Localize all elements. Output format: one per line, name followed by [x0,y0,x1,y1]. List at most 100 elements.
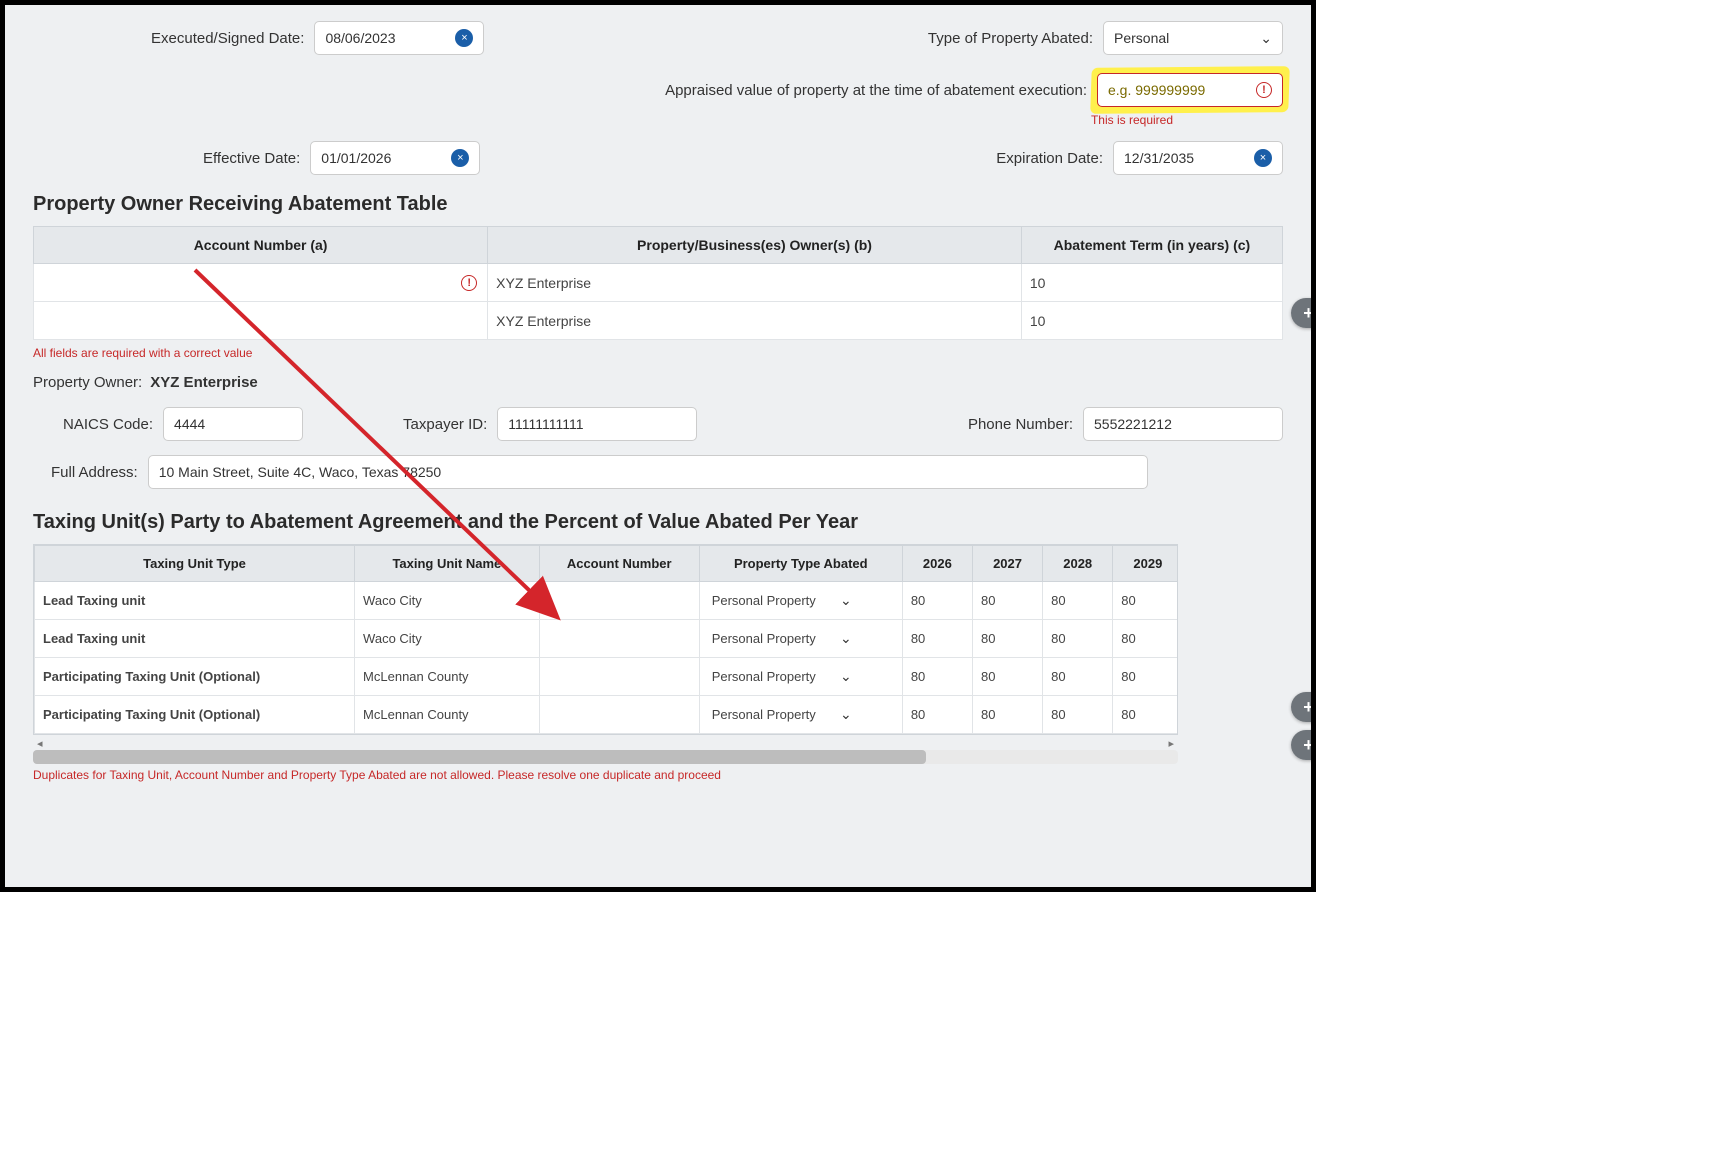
year-2029-cell[interactable] [1113,582,1177,620]
year-input[interactable] [1051,669,1091,684]
taxing-unit-type-cell: Lead Taxing unit [35,620,355,658]
year-2029-cell[interactable] [1113,658,1177,696]
year-2029-cell[interactable] [1113,696,1177,734]
col-header: Property Type Abated [699,546,902,582]
year-2026-cell[interactable] [902,582,972,620]
taxing-units-table: Taxing Unit TypeTaxing Unit NameAccount … [34,545,1177,734]
add-remove-row-button[interactable]: + − [1291,730,1316,760]
effective-date-value: 01/01/2026 [321,150,391,166]
table-row: XYZ Enterprise10 [34,302,1283,340]
col-header: 2026 [902,546,972,582]
clear-icon[interactable]: × [455,29,473,47]
account-number-cell[interactable]: ! [34,264,488,302]
year-2027-cell[interactable] [972,620,1042,658]
phone-input[interactable] [1083,407,1283,441]
year-input[interactable] [981,631,1021,646]
property-type-value: Personal [1114,30,1169,46]
expiration-date-input[interactable]: 12/31/2035 × [1113,141,1283,175]
table-row: Participating Taxing Unit (Optional)McLe… [35,696,1178,734]
naics-input[interactable] [163,407,303,441]
year-input[interactable] [1051,631,1091,646]
col-header: Account Number [539,546,699,582]
plus-icon[interactable]: + [1291,298,1316,328]
account-number-cell[interactable] [539,620,699,658]
year-2026-cell[interactable] [902,696,972,734]
executed-date-input[interactable]: 08/06/2023 × [314,21,484,55]
year-input[interactable] [981,707,1021,722]
taxpayer-label: Taxpayer ID: [403,416,487,433]
year-input[interactable] [981,593,1021,608]
year-input[interactable] [1121,631,1161,646]
table-row: Participating Taxing Unit (Optional)McLe… [35,658,1178,696]
year-input[interactable] [911,593,951,608]
account-number-cell[interactable] [539,658,699,696]
taxing-unit-name-cell[interactable]: McLennan County [355,696,540,734]
year-input[interactable] [981,669,1021,684]
property-type-select[interactable]: Personal ⌄ [1103,21,1283,55]
property-type-cell[interactable]: Personal Property ⌄ [699,620,902,658]
clear-icon[interactable]: × [451,149,469,167]
owner-abatement-table: Account Number (a) Property/Business(es)… [33,226,1283,340]
year-2027-cell[interactable] [972,582,1042,620]
year-input[interactable] [1121,707,1161,722]
table2-validation-msg: Duplicates for Taxing Unit, Account Numb… [33,768,1283,782]
year-2027-cell[interactable] [972,658,1042,696]
taxing-unit-name-cell[interactable]: Waco City [355,582,540,620]
term-cell[interactable]: 10 [1021,302,1282,340]
taxing-unit-name-cell[interactable]: Waco City [355,620,540,658]
year-input[interactable] [911,669,951,684]
property-type-cell[interactable]: Personal Property ⌄ [699,582,902,620]
add-remove-row-button[interactable]: + − [1291,298,1316,328]
year-2026-cell[interactable] [902,620,972,658]
chevron-down-icon: ⌄ [840,630,852,647]
year-2028-cell[interactable] [1043,620,1113,658]
scroll-right-icon[interactable]: ▸ [1168,737,1174,750]
year-input[interactable] [911,707,951,722]
naics-label: NAICS Code: [63,416,153,433]
phone-label: Phone Number: [968,416,1073,433]
year-2029-cell[interactable] [1113,620,1177,658]
owner-table-title: Property Owner Receiving Abatement Table [33,193,1283,216]
taxpayer-input[interactable] [497,407,697,441]
col-header: Taxing Unit Name [355,546,540,582]
address-input[interactable] [148,455,1148,489]
effective-date-input[interactable]: 01/01/2026 × [310,141,480,175]
col-account-number: Account Number (a) [34,227,488,264]
property-type-cell[interactable]: Personal Property ⌄ [699,696,902,734]
term-cell[interactable]: 10 [1021,264,1282,302]
expiration-date-value: 12/31/2035 [1124,150,1194,166]
year-2027-cell[interactable] [972,696,1042,734]
error-icon: ! [461,275,477,291]
account-number-cell[interactable] [539,696,699,734]
add-remove-row-button[interactable]: + − [1291,692,1316,722]
taxing-unit-type-cell: Participating Taxing Unit (Optional) [35,658,355,696]
year-input[interactable] [1051,593,1091,608]
plus-icon[interactable]: + [1291,692,1316,722]
appraised-value-input[interactable]: e.g. 999999999 ! [1097,73,1283,107]
col-header: 2029 [1113,546,1177,582]
appraised-placeholder: e.g. 999999999 [1108,82,1205,98]
year-2028-cell[interactable] [1043,582,1113,620]
year-input[interactable] [1051,707,1091,722]
account-number-cell[interactable] [34,302,488,340]
clear-icon[interactable]: × [1254,149,1272,167]
property-owner-value: XYZ Enterprise [150,374,258,391]
horizontal-scrollbar[interactable] [33,750,1178,764]
year-2026-cell[interactable] [902,658,972,696]
col-header: 2028 [1043,546,1113,582]
year-2028-cell[interactable] [1043,696,1113,734]
owner-cell[interactable]: XYZ Enterprise [488,264,1022,302]
property-owner-label: Property Owner: [33,374,142,391]
taxing-unit-name-cell[interactable]: McLennan County [355,658,540,696]
appraised-required-msg: This is required [1091,113,1173,127]
year-2028-cell[interactable] [1043,658,1113,696]
year-input[interactable] [1121,593,1161,608]
taxing-table-title: Taxing Unit(s) Party to Abatement Agreem… [33,511,1283,534]
scroll-left-icon[interactable]: ◂ [37,737,43,750]
year-input[interactable] [1121,669,1161,684]
year-input[interactable] [911,631,951,646]
account-number-cell[interactable] [539,582,699,620]
plus-icon[interactable]: + [1291,730,1316,760]
property-type-cell[interactable]: Personal Property ⌄ [699,658,902,696]
owner-cell[interactable]: XYZ Enterprise [488,302,1022,340]
